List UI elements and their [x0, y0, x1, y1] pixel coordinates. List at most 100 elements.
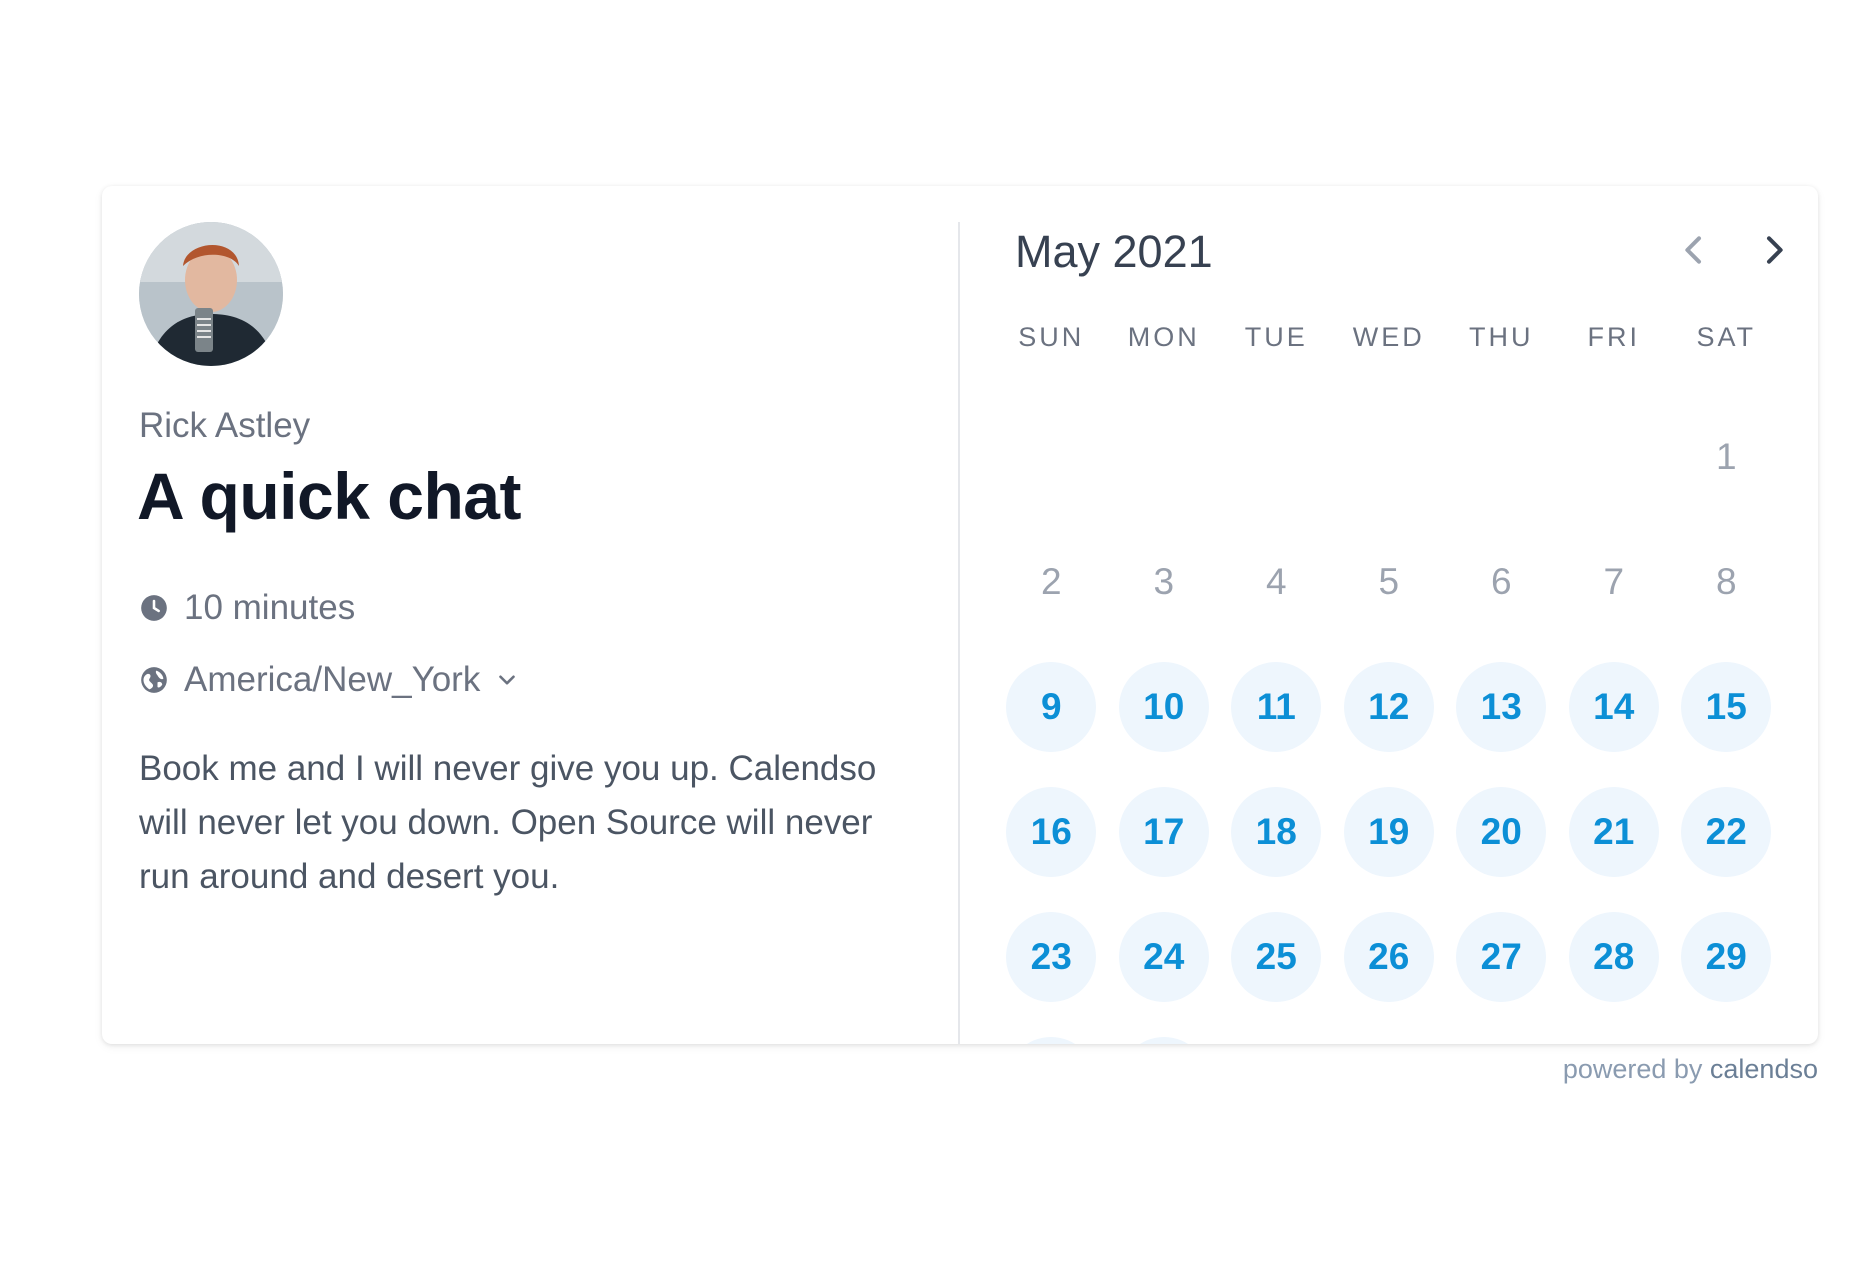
- calendar-panel: May 2021 SUN MON TUE WED THU FRI SAT 123456789…: [960, 186, 1818, 1044]
- calendar-cell: 28: [1558, 894, 1671, 1019]
- calendar-cell: 7: [1558, 519, 1671, 644]
- day-button[interactable]: 23: [1006, 911, 1097, 1002]
- day-button[interactable]: 15: [1681, 661, 1772, 752]
- day-button[interactable]: 25: [1231, 911, 1322, 1002]
- calendar-cell: 24: [1108, 894, 1221, 1019]
- host-photo: [139, 222, 283, 366]
- calendar-cell: 5: [1333, 519, 1446, 644]
- calendar-cell: 12: [1333, 644, 1446, 769]
- prev-month-button[interactable]: [1674, 230, 1714, 270]
- calendar-cell: 3: [1108, 519, 1221, 644]
- day-button[interactable]: 13: [1456, 661, 1547, 752]
- empty-cell: [1220, 394, 1333, 519]
- duration-row: 10 minutes: [140, 588, 355, 628]
- day-button[interactable]: 19: [1343, 786, 1434, 877]
- calendar-cell: 16: [995, 769, 1108, 894]
- day-disabled: 8: [1715, 560, 1737, 602]
- day-disabled: 5: [1378, 560, 1400, 602]
- calendar-cell: 25: [1220, 894, 1333, 1019]
- calendar-cell: [995, 1019, 1108, 1044]
- weekday-label: SUN: [1018, 322, 1085, 352]
- calendar-cell: 17: [1108, 769, 1221, 894]
- month-title: May 2021: [1015, 226, 1213, 277]
- day-button[interactable]: 22: [1681, 786, 1772, 877]
- chevron-down-icon: [494, 667, 520, 693]
- day-button[interactable]: 20: [1456, 786, 1547, 877]
- day-disabled: 7: [1603, 560, 1625, 602]
- weekday-header: SUN MON TUE WED THU FRI SAT: [995, 322, 1783, 353]
- day-button[interactable]: 24: [1118, 911, 1209, 1002]
- chevron-right-icon: [1767, 236, 1783, 264]
- calendar-cell: 22: [1670, 769, 1783, 894]
- calendar-cell: 20: [1445, 769, 1558, 894]
- day-button[interactable]: 12: [1343, 661, 1434, 752]
- calendar-cell: 4: [1220, 519, 1333, 644]
- empty-cell: [1445, 394, 1558, 519]
- calendar-cell: 29: [1670, 894, 1783, 1019]
- timezone-select[interactable]: America/New_York: [140, 660, 520, 700]
- day-disabled: 3: [1153, 560, 1175, 602]
- event-description: Book me and I will never give you up. Ca…: [139, 749, 877, 896]
- calendar-cell: 15: [1670, 644, 1783, 769]
- calendar-cell: 23: [995, 894, 1108, 1019]
- day-disabled: 1: [1715, 435, 1737, 477]
- host-name: Rick Astley: [139, 406, 311, 445]
- avatar: [139, 222, 283, 366]
- weekday-label: WED: [1352, 322, 1425, 352]
- day-button[interactable]: 17: [1118, 786, 1209, 877]
- calendar-cell: 8: [1670, 519, 1783, 644]
- duration-label: 10 minutes: [184, 588, 356, 627]
- globe-icon: [140, 666, 168, 694]
- day-disabled: 4: [1265, 560, 1287, 602]
- calendar-cell: 19: [1333, 769, 1446, 894]
- booking-card: Rick Astley A quick chat 10 minutes Amer…: [102, 186, 1818, 1044]
- day-button[interactable]: 27: [1456, 911, 1547, 1002]
- weekday-label: FRI: [1587, 322, 1640, 352]
- empty-cell: [1108, 394, 1221, 519]
- weekday-label: MON: [1127, 322, 1200, 352]
- calendar-cell: 26: [1333, 894, 1446, 1019]
- calendar-cell: 2: [995, 519, 1108, 644]
- empty-cell: [1333, 394, 1446, 519]
- event-info-panel: Rick Astley A quick chat 10 minutes Amer…: [102, 186, 958, 1044]
- weekday-label: THU: [1469, 322, 1534, 352]
- day-grid: 1 2 3 4 5 6 7 8 9 10 11 12 13 14 15 16 17 18 19 20 21 22 23 24 2…: [995, 394, 1783, 1044]
- empty-cell: [1558, 394, 1671, 519]
- calendar-cell: 27: [1445, 894, 1558, 1019]
- day-button[interactable]: 10: [1118, 661, 1209, 752]
- day-disabled: 2: [1040, 560, 1062, 602]
- clock-icon: [140, 594, 168, 622]
- brand-link[interactable]: calendso: [1710, 1054, 1818, 1084]
- weekday-label: TUE: [1244, 322, 1308, 352]
- calendar-cell: 14: [1558, 644, 1671, 769]
- calendar-cell: 11: [1220, 644, 1333, 769]
- powered-prefix: powered by: [1562, 1054, 1710, 1084]
- day-button[interactable]: [1118, 1036, 1209, 1044]
- day-button[interactable]: 9: [1006, 661, 1097, 752]
- empty-cell: [995, 394, 1108, 519]
- day-button[interactable]: 21: [1568, 786, 1659, 877]
- day-button[interactable]: 26: [1343, 911, 1434, 1002]
- calendar-cell: 1: [1670, 394, 1783, 519]
- day-button[interactable]: 11: [1231, 661, 1322, 752]
- powered-by[interactable]: powered by calendso: [1563, 1054, 1818, 1085]
- day-button[interactable]: 29: [1681, 911, 1772, 1002]
- day-disabled: 6: [1490, 560, 1512, 602]
- day-button[interactable]: 28: [1568, 911, 1659, 1002]
- day-button[interactable]: 18: [1231, 786, 1322, 877]
- calendar-cell: 10: [1108, 644, 1221, 769]
- event-title: A quick chat: [137, 459, 521, 533]
- calendar-cell: 13: [1445, 644, 1558, 769]
- day-button[interactable]: 14: [1568, 661, 1659, 752]
- calendar-cell: 18: [1220, 769, 1333, 894]
- timezone-label: America/New_York: [184, 660, 481, 699]
- calendar-cell: 21: [1558, 769, 1671, 894]
- day-button[interactable]: 16: [1006, 786, 1097, 877]
- chevron-left-icon: [1685, 236, 1701, 264]
- calendar-cell: 6: [1445, 519, 1558, 644]
- weekday-label: SAT: [1696, 322, 1756, 352]
- next-month-button[interactable]: [1754, 230, 1794, 270]
- calendar-cell: 9: [995, 644, 1108, 769]
- day-button[interactable]: [1006, 1036, 1097, 1044]
- calendar-cell: [1108, 1019, 1221, 1044]
